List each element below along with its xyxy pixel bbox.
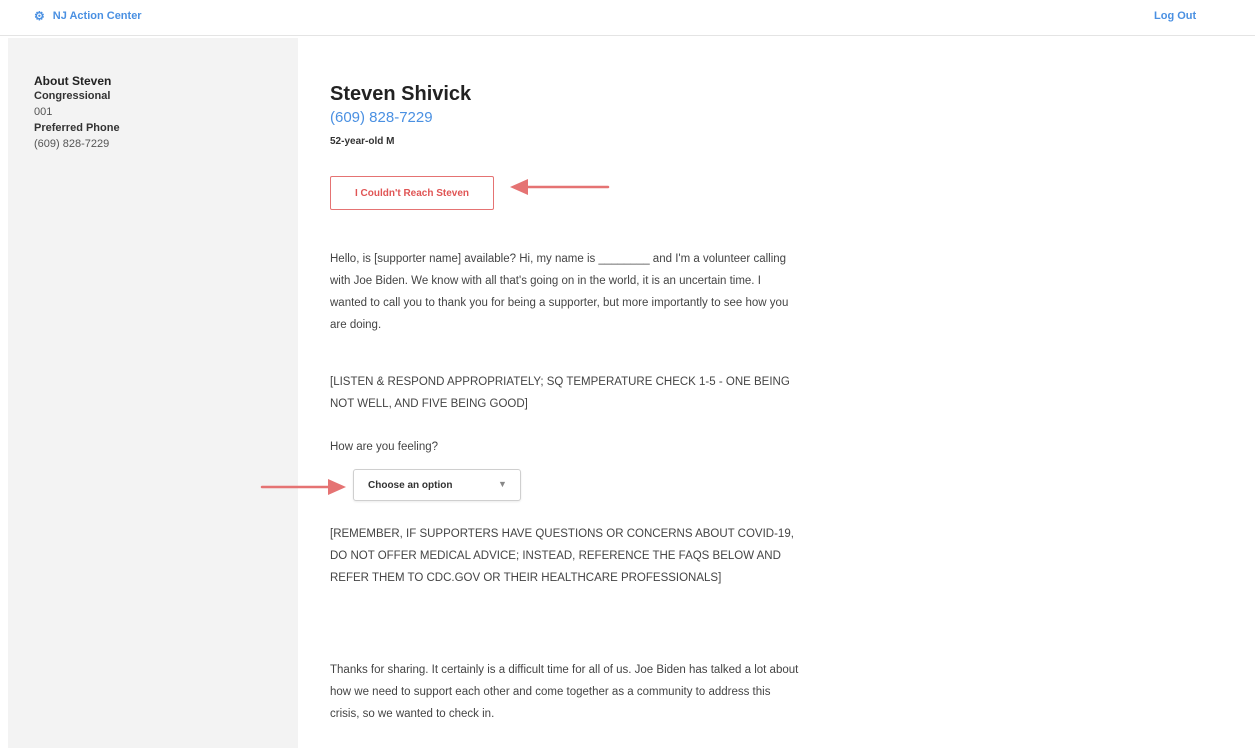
top-bar: ⚙ NJ Action Center Log Out (0, 0, 1255, 36)
gear-icon: ⚙ (34, 9, 45, 23)
preferred-phone-value: (609) 828-7229 (34, 138, 110, 150)
couldnt-reach-button[interactable]: I Couldn't Reach Steven (330, 176, 494, 210)
annotation-arrow-button (510, 179, 610, 195)
script-closing: Thanks for sharing. It certainly is a di… (330, 664, 799, 720)
about-panel: About Steven Congressional 001 Preferred… (34, 74, 120, 152)
brand-link[interactable]: ⚙ NJ Action Center (34, 10, 142, 22)
sidebar: About Steven Congressional 001 Preferred… (8, 38, 298, 748)
contact-age-gender: 52-year-old M (330, 136, 395, 147)
contact-phone-link[interactable]: (609) 828-7229 (330, 108, 630, 128)
script-instruction-temperature: [LISTEN & RESPOND APPROPRIATELY; SQ TEMP… (330, 376, 790, 410)
contact-name: Steven Shivick (330, 83, 472, 105)
script-instruction-covid: [REMEMBER, IF SUPPORTERS HAVE QUESTIONS … (330, 528, 794, 584)
preferred-phone-label: Preferred Phone (34, 122, 120, 134)
logout-link[interactable]: Log Out (1154, 10, 1196, 22)
script-question: How are you feeling? (330, 441, 439, 453)
chevron-down-icon: ▼ (498, 479, 507, 489)
about-title: About Steven (34, 74, 112, 88)
brand-label: NJ Action Center (52, 10, 142, 22)
annotation-arrow-select (260, 479, 346, 495)
congressional-value: 001 (34, 106, 53, 118)
feeling-select-value: Choose an option (368, 480, 453, 491)
congressional-label: Congressional (34, 90, 111, 102)
script-intro: Hello, is [supporter name] available? Hi… (330, 253, 789, 331)
feeling-select[interactable]: Choose an option ▼ (353, 469, 521, 501)
